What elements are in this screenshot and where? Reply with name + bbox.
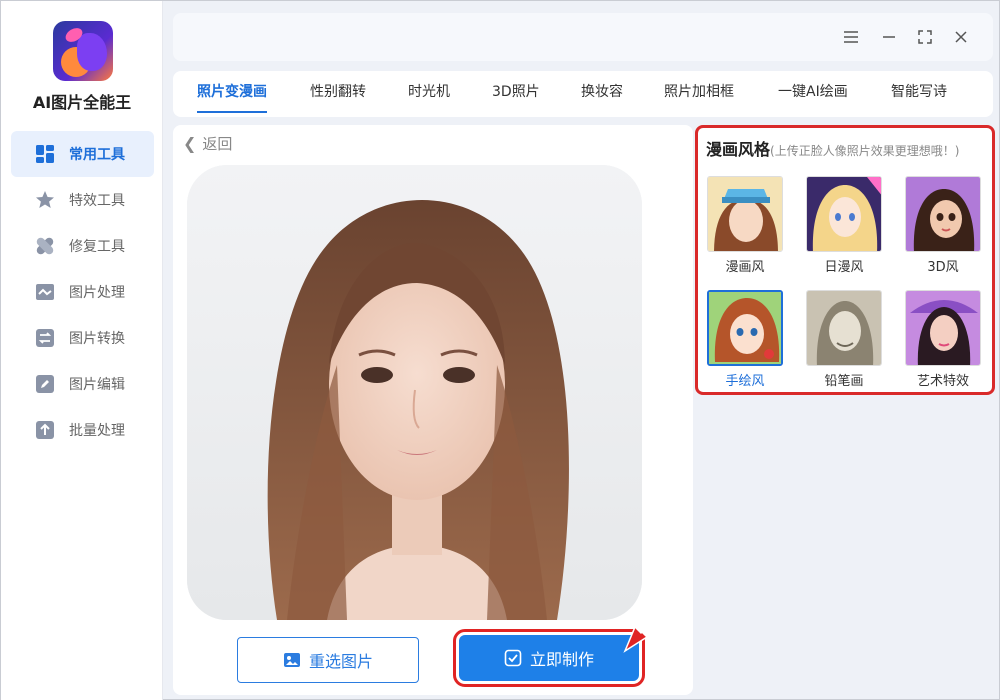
style-label: 艺术特效	[916, 374, 969, 389]
style-thumbnail	[905, 290, 981, 366]
check-square-icon	[504, 649, 522, 667]
app-title: AI图片全能王	[32, 93, 132, 112]
style-panel: 漫画风格(上传正脸人像照片效果更理想哦！) 漫画风 日漫风 3D风 手绘风 铅笔…	[695, 125, 997, 695]
tab-time-machine[interactable]: 时光机	[408, 71, 450, 117]
tab-poem[interactable]: 智能写诗	[891, 71, 947, 117]
style-option-pencil[interactable]: 铅笔画	[805, 290, 883, 389]
style-option-art-effect[interactable]: 艺术特效	[904, 290, 982, 389]
tab-gender-flip[interactable]: 性别翻转	[310, 71, 366, 117]
pointer-arrow-icon	[623, 600, 678, 653]
comic-style-box: 漫画风格(上传正脸人像照片效果更理想哦！) 漫画风 日漫风 3D风 手绘风 铅笔…	[695, 125, 995, 395]
style-thumbnail	[806, 290, 882, 366]
back-label: 返回	[202, 135, 233, 153]
tab-3d-photo[interactable]: 3D照片	[492, 71, 540, 117]
sidebar-item-common-tools[interactable]: 常用工具	[11, 131, 154, 177]
close-icon[interactable]	[949, 25, 973, 49]
style-thumbnail	[905, 176, 981, 252]
make-label: 立即制作	[529, 650, 594, 669]
back-button[interactable]: ❮ 返回	[183, 133, 232, 154]
sidebar-item-label: 常用工具	[69, 147, 125, 163]
style-label: 手绘风	[725, 374, 765, 389]
star-icon	[35, 190, 55, 210]
style-label: 漫画风	[725, 260, 765, 275]
fullscreen-icon[interactable]	[913, 25, 937, 49]
reselect-image-button[interactable]: 重选图片	[237, 637, 419, 683]
image-icon	[283, 653, 300, 667]
sidebar-item-image-convert[interactable]: 图片转换	[11, 315, 154, 361]
style-thumbnail	[707, 176, 783, 252]
sidebar-item-repair[interactable]: 修复工具	[11, 223, 154, 269]
minimize-icon[interactable]	[877, 25, 901, 49]
chevron-left-icon: ❮	[183, 134, 197, 153]
app-window: AI图片全能王 常用工具 特效工具 修复工具 图片处理 图片转换 图片编辑 批量…	[0, 0, 1000, 700]
style-panel-title: 漫画风格(上传正脸人像照片效果更理想哦！)	[706, 136, 959, 160]
grid-icon	[35, 144, 55, 164]
sidebar-item-effects[interactable]: 特效工具	[11, 177, 154, 223]
tab-photo-to-comic[interactable]: 照片变漫画	[197, 71, 267, 117]
title-bar	[173, 13, 993, 61]
style-option-3d[interactable]: 3D风	[904, 176, 982, 275]
tab-photo-frame[interactable]: 照片加相框	[664, 71, 734, 117]
bandage-icon	[35, 236, 55, 256]
sidebar-item-image-edit[interactable]: 图片编辑	[11, 361, 154, 407]
style-label: 日漫风	[824, 260, 864, 275]
style-label: 铅笔画	[824, 374, 864, 389]
sidebar-item-batch[interactable]: 批量处理	[11, 407, 154, 453]
app-logo	[53, 21, 113, 81]
sidebar-nav: 常用工具 特效工具 修复工具 图片处理 图片转换 图片编辑 批量处理	[11, 131, 154, 453]
tab-ai-painting[interactable]: 一键AI绘画	[778, 71, 848, 117]
make-now-button[interactable]: 立即制作	[453, 629, 645, 687]
style-option-hand-drawn[interactable]: 手绘风	[706, 290, 784, 389]
tab-makeup[interactable]: 换妆容	[581, 71, 623, 117]
uploaded-photo	[187, 165, 642, 620]
swap-icon	[35, 328, 55, 348]
style-label: 3D风	[927, 260, 959, 275]
sidebar-item-label: 特效工具	[69, 193, 125, 209]
sidebar-item-label: 批量处理	[69, 423, 125, 439]
style-option-comic[interactable]: 漫画风	[706, 176, 784, 275]
main-panel: ❮ 返回 重选图片 立即制作	[173, 125, 693, 695]
style-hint: (上传正脸人像照片效果更理想哦！)	[770, 144, 960, 158]
menu-icon[interactable]	[839, 25, 863, 49]
style-title-text: 漫画风格	[706, 140, 771, 159]
style-thumbnail	[806, 176, 882, 252]
upload-icon	[35, 420, 55, 440]
tab-bar: 照片变漫画 性别翻转 时光机 3D照片 换妆容 照片加相框 一键AI绘画 智能写…	[173, 71, 993, 117]
edit-icon	[35, 374, 55, 394]
reselect-label: 重选图片	[308, 652, 373, 671]
image-wave-icon	[35, 282, 55, 302]
sidebar-item-label: 图片转换	[69, 331, 125, 347]
sidebar-item-label: 修复工具	[69, 239, 125, 255]
sidebar: AI图片全能王 常用工具 特效工具 修复工具 图片处理 图片转换 图片编辑 批量…	[1, 1, 163, 700]
sidebar-item-label: 图片编辑	[69, 377, 125, 393]
sidebar-item-image-process[interactable]: 图片处理	[11, 269, 154, 315]
sidebar-item-label: 图片处理	[69, 285, 125, 301]
style-thumbnail	[707, 290, 783, 366]
style-option-anime[interactable]: 日漫风	[805, 176, 883, 275]
